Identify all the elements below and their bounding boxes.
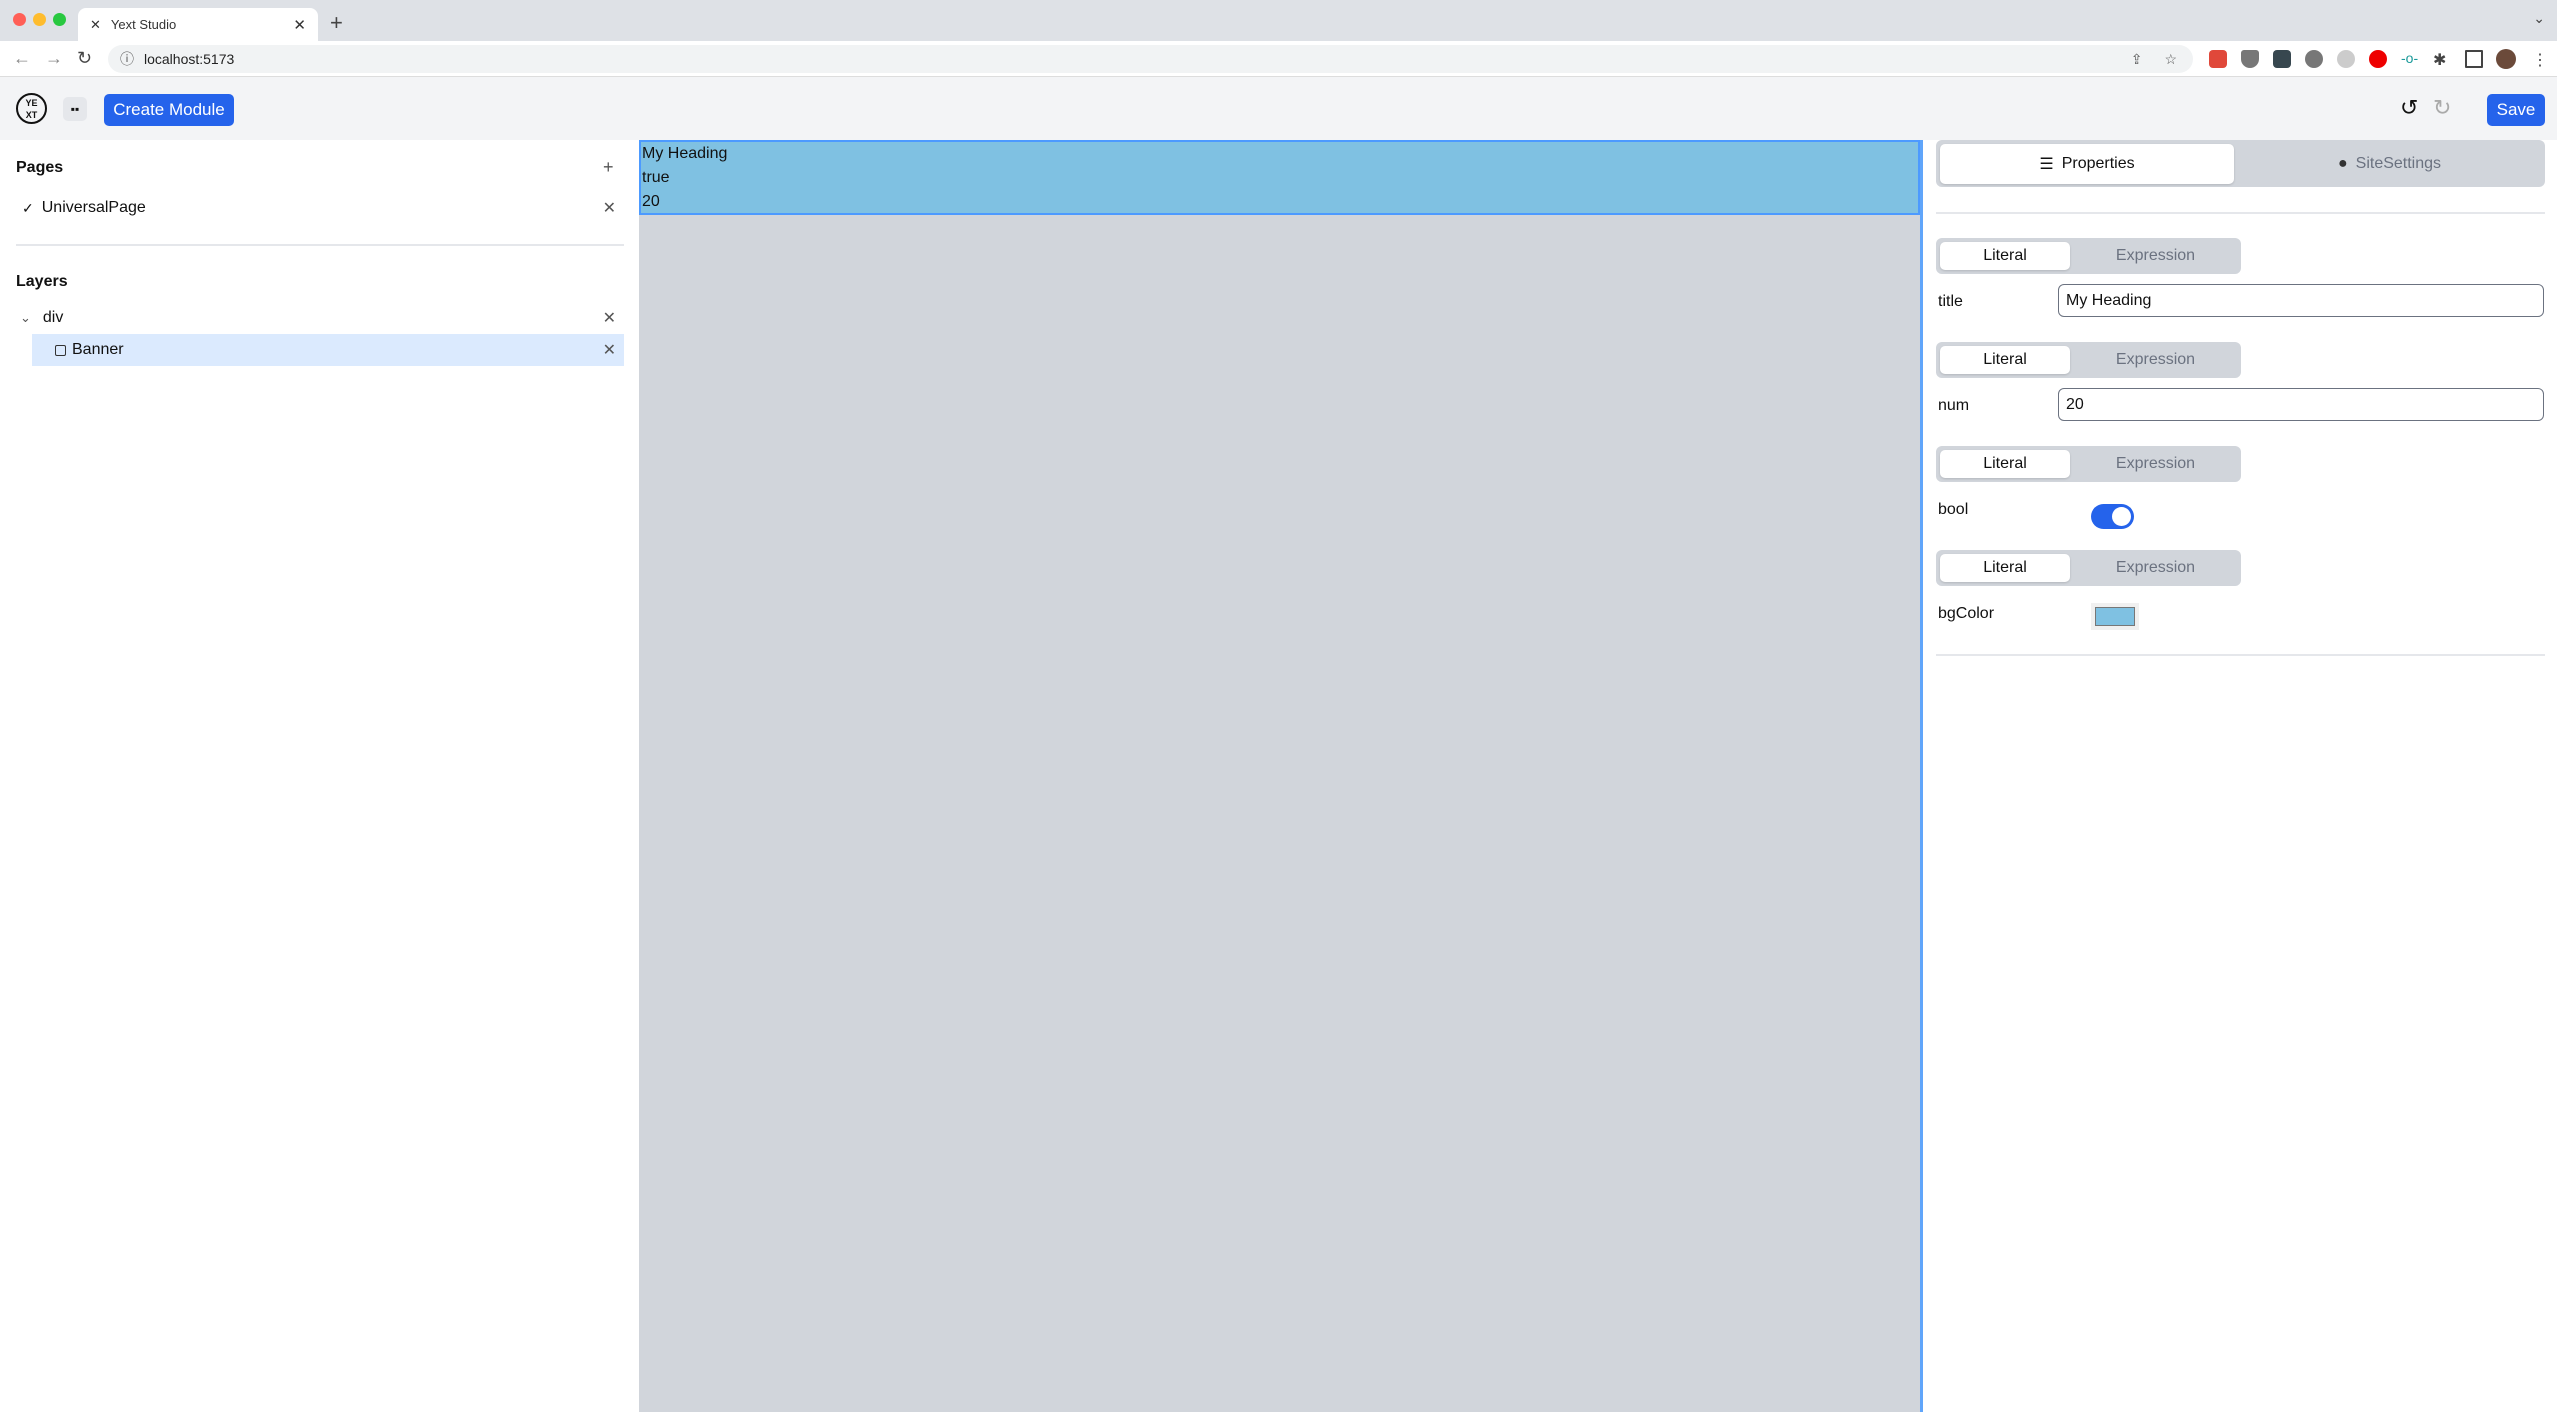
tab-site-settings[interactable]: ● SiteSettings [2234,144,2545,184]
extension-icon[interactable]: -o- [2401,50,2419,68]
address-bar: ← → ↻ ⓘ localhost:5173 ⇪ ☆ -o- ✱ ⋮ [0,41,2557,77]
banner-bool: true [642,169,670,186]
forward-icon[interactable]: → [45,48,63,69]
prop-label-num: num [1938,397,1970,414]
prop-label-bool: bool [1938,501,1969,518]
minimize-window-button[interactable] [33,13,46,26]
ublock-icon[interactable] [2241,50,2259,68]
right-panel: ☰ Properties ● SiteSettings Literal Expres… [1920,140,2557,1412]
avatar[interactable] [2496,49,2516,69]
extension-icon[interactable] [2273,50,2291,68]
prop-input-title[interactable] [2058,284,2544,317]
grid-icon: ▪▪ [70,102,80,116]
mode-toggle-num: Literal Expression [1936,342,2241,378]
pages-title: Pages [16,159,64,176]
literal-option[interactable]: Literal [1940,554,2070,582]
close-window-button[interactable] [13,13,26,26]
expression-option[interactable]: Expression [2070,450,2241,478]
check-icon: ✓ [22,199,34,216]
layer-label: div [42,309,64,326]
divider [1936,212,2545,214]
maximize-window-button[interactable] [53,13,66,26]
mode-toggle-title: Literal Expression [1936,238,2241,274]
chevron-down-icon[interactable]: ⌄ [20,310,31,326]
layer-item-div[interactable]: ⌄ div ✕ [16,302,624,334]
info-icon: ⓘ [120,51,134,67]
layers-title: Layers [16,273,68,290]
page-item[interactable]: ✓ UniversalPage ✕ [16,192,624,224]
prop-input-num[interactable] [2058,388,2544,421]
remove-page-icon[interactable]: ✕ [603,198,616,218]
favicon-icon: ✕ [90,16,101,32]
tab-label: Properties [2061,155,2135,172]
layer-label: Banner [72,341,124,358]
color-picker[interactable] [2091,603,2139,630]
literal-option[interactable]: Literal [1940,242,2070,270]
divider [1936,654,2545,656]
tab-properties[interactable]: ☰ Properties [1940,144,2234,184]
redo-icon[interactable]: ↻ [2433,95,2451,121]
literal-option[interactable]: Literal [1940,346,2070,374]
component-icon [55,344,66,356]
new-tab-icon[interactable]: + [330,10,343,36]
share-icon[interactable]: ⇪ [2131,51,2143,68]
globe-icon: ● [2337,155,2348,172]
panel-tabs: ☰ Properties ● SiteSettings [1936,140,2545,187]
star-icon[interactable]: ☆ [2164,51,2177,68]
expression-option[interactable]: Expression [2070,346,2241,374]
url-input[interactable]: ⓘ localhost:5173 ⇪ ☆ [108,45,2193,73]
add-page-icon[interactable]: + [603,157,614,178]
chevron-down-icon[interactable]: ⌄ [2533,10,2545,27]
back-icon[interactable]: ← [13,48,31,69]
stop-extension-icon[interactable] [2369,50,2387,68]
puzzle-icon[interactable]: ✱ [2433,50,2451,69]
app-header: YE XT ▪▪ Create Module ↺ ↻ Save [0,77,2557,140]
remove-layer-icon[interactable]: ✕ [603,308,616,328]
extension-icon[interactable] [2337,50,2355,68]
banner-title: My Heading [642,145,728,162]
layer-item-banner[interactable]: Banner ✕ [32,334,624,366]
prop-label-bgColor: bgColor [1938,605,1995,622]
preview-canvas: My Heading true 20 [639,140,1920,1412]
mode-toggle-bgColor: Literal Expression [1936,550,2241,586]
close-tab-icon[interactable]: ✕ [293,16,306,34]
extension-icon[interactable] [2305,50,2323,68]
yext-logo: YE XT [16,93,47,124]
banner-component[interactable]: My Heading true 20 [639,140,1920,215]
add-element-button[interactable]: ▪▪ [63,97,87,121]
prop-label-title: title [1938,293,1963,310]
browser-tab[interactable]: ✕ Yext Studio ✕ [78,8,318,41]
left-panel: Pages + ✓ UniversalPage ✕ Layers ⌄ div ✕… [0,140,639,1412]
create-module-button[interactable]: Create Module [104,94,234,126]
tab-title: Yext Studio [110,17,177,32]
tab-label: SiteSettings [2355,155,2442,172]
side-panel-icon[interactable] [2465,50,2483,68]
reload-icon[interactable]: ↻ [77,48,92,69]
menu-icon[interactable]: ⋮ [2532,50,2550,69]
url-text: localhost:5173 [144,51,235,67]
sliders-icon: ☰ [2039,156,2054,173]
undo-icon[interactable]: ↺ [2400,95,2418,121]
extension-icon[interactable] [2209,50,2227,68]
expression-option[interactable]: Expression [2070,242,2241,270]
mode-toggle-bool: Literal Expression [1936,446,2241,482]
remove-layer-icon[interactable]: ✕ [603,340,616,360]
bool-toggle[interactable] [2091,504,2134,529]
browser-tab-bar: ✕ Yext Studio ✕ + ⌄ [0,0,2557,41]
literal-option[interactable]: Literal [1940,450,2070,478]
save-button[interactable]: Save [2487,94,2545,126]
expression-option[interactable]: Expression [2070,554,2241,582]
divider [16,244,624,246]
banner-num: 20 [642,193,660,210]
page-label: UniversalPage [41,199,146,216]
